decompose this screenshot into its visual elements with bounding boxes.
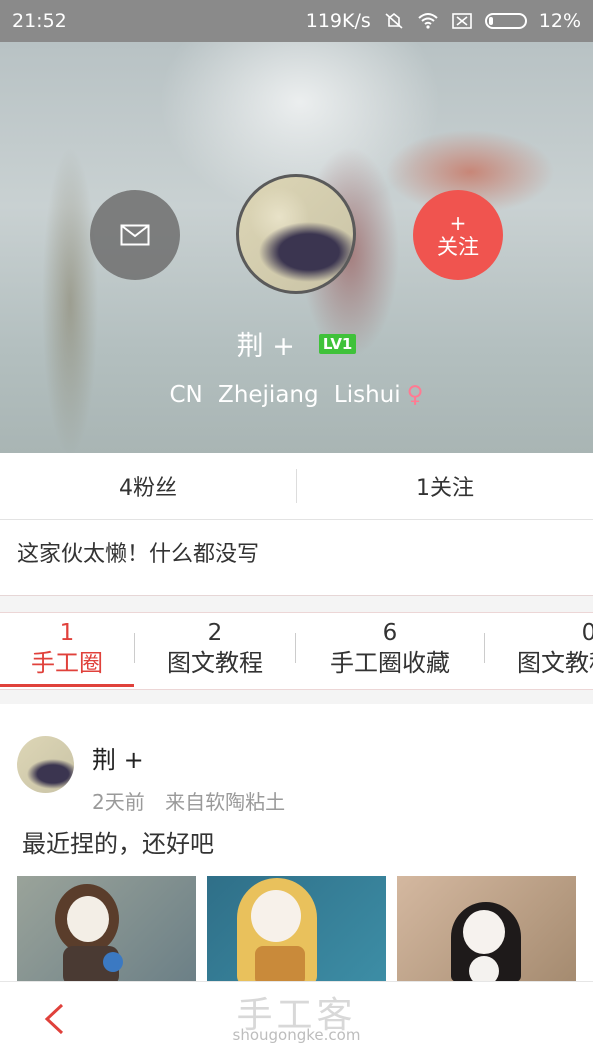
tab-handicraft-circle[interactable]: 1 手工圈 <box>0 613 134 689</box>
tab-tutorials[interactable]: 2 图文教程 <box>135 613 295 689</box>
profile-stats: 4粉丝 1关注 <box>0 453 593 520</box>
level-badge: LV1 <box>318 333 357 354</box>
profile-bio: 这家伙太懒！什么都没写 <box>0 520 593 596</box>
post-image[interactable] <box>17 876 196 986</box>
post-image[interactable] <box>397 876 576 986</box>
fans-count[interactable]: 4粉丝 <box>0 470 296 502</box>
battery-level: 12% <box>538 10 581 32</box>
profile-location: CN Zhejiang Lishui <box>169 382 401 408</box>
content-tabs: 1 手工圈 2 图文教程 6 手工圈收藏 0 图文教程收藏 <box>0 612 593 690</box>
post-images <box>17 876 576 986</box>
follow-button[interactable]: + 关注 <box>413 190 503 280</box>
message-button[interactable] <box>90 190 180 280</box>
profile-avatar[interactable] <box>236 174 356 294</box>
post-source: 来自软陶粘土 <box>165 790 286 814</box>
mail-icon <box>120 224 150 246</box>
follow-label: 关注 <box>437 235 479 259</box>
wifi-icon <box>418 13 438 29</box>
tab-circle-favorites[interactable]: 6 手工圈收藏 <box>296 613 484 689</box>
tab-label: 手工圈 <box>31 649 103 677</box>
post-meta: 2天前 来自软陶粘土 <box>92 786 285 815</box>
tab-label: 手工圈收藏 <box>330 649 450 677</box>
post-card[interactable]: 荆 + 2天前 来自软陶粘土 最近捏的，还好吧 <box>0 704 593 1004</box>
post-time: 2天前 <box>92 790 145 814</box>
post-author-avatar[interactable] <box>17 736 74 793</box>
status-bar: 21:52 119K/s 12% <box>0 0 593 42</box>
post-text: 最近捏的，还好吧 <box>22 830 214 858</box>
post-image[interactable] <box>207 876 386 986</box>
follow-plus-icon: + <box>449 211 467 235</box>
tab-label: 图文教程收藏 <box>517 649 593 677</box>
profile-location-row: CN Zhejiang Lishui ♀ <box>0 382 593 408</box>
tab-tutorial-favorites[interactable]: 0 图文教程收藏 <box>485 613 593 689</box>
female-icon: ♀ <box>406 382 424 408</box>
tab-count: 2 <box>207 620 223 646</box>
tab-label: 图文教程 <box>167 649 263 677</box>
profile-name-row: 荆 + LV1 <box>0 324 593 363</box>
tab-count: 6 <box>382 620 398 646</box>
following-count[interactable]: 1关注 <box>297 470 593 502</box>
status-icons: 119K/s 12% <box>306 10 581 32</box>
battery-icon <box>484 13 527 29</box>
profile-name: 荆 + <box>236 331 295 362</box>
watermark-url: shougongke.com <box>232 1026 361 1044</box>
no-sim-icon <box>451 13 472 29</box>
profile-header: + 关注 荆 + LV1 CN Zhejiang Lishui ♀ <box>0 42 593 453</box>
tab-count: 1 <box>59 620 75 646</box>
bottom-bar: 手工客 shougongke.com <box>0 981 593 1055</box>
tab-count: 0 <box>485 619 593 647</box>
post-author-name[interactable]: 荆 + <box>92 740 144 775</box>
net-speed: 119K/s <box>305 10 371 32</box>
mute-icon <box>385 12 403 29</box>
status-time: 21:52 <box>12 10 67 32</box>
